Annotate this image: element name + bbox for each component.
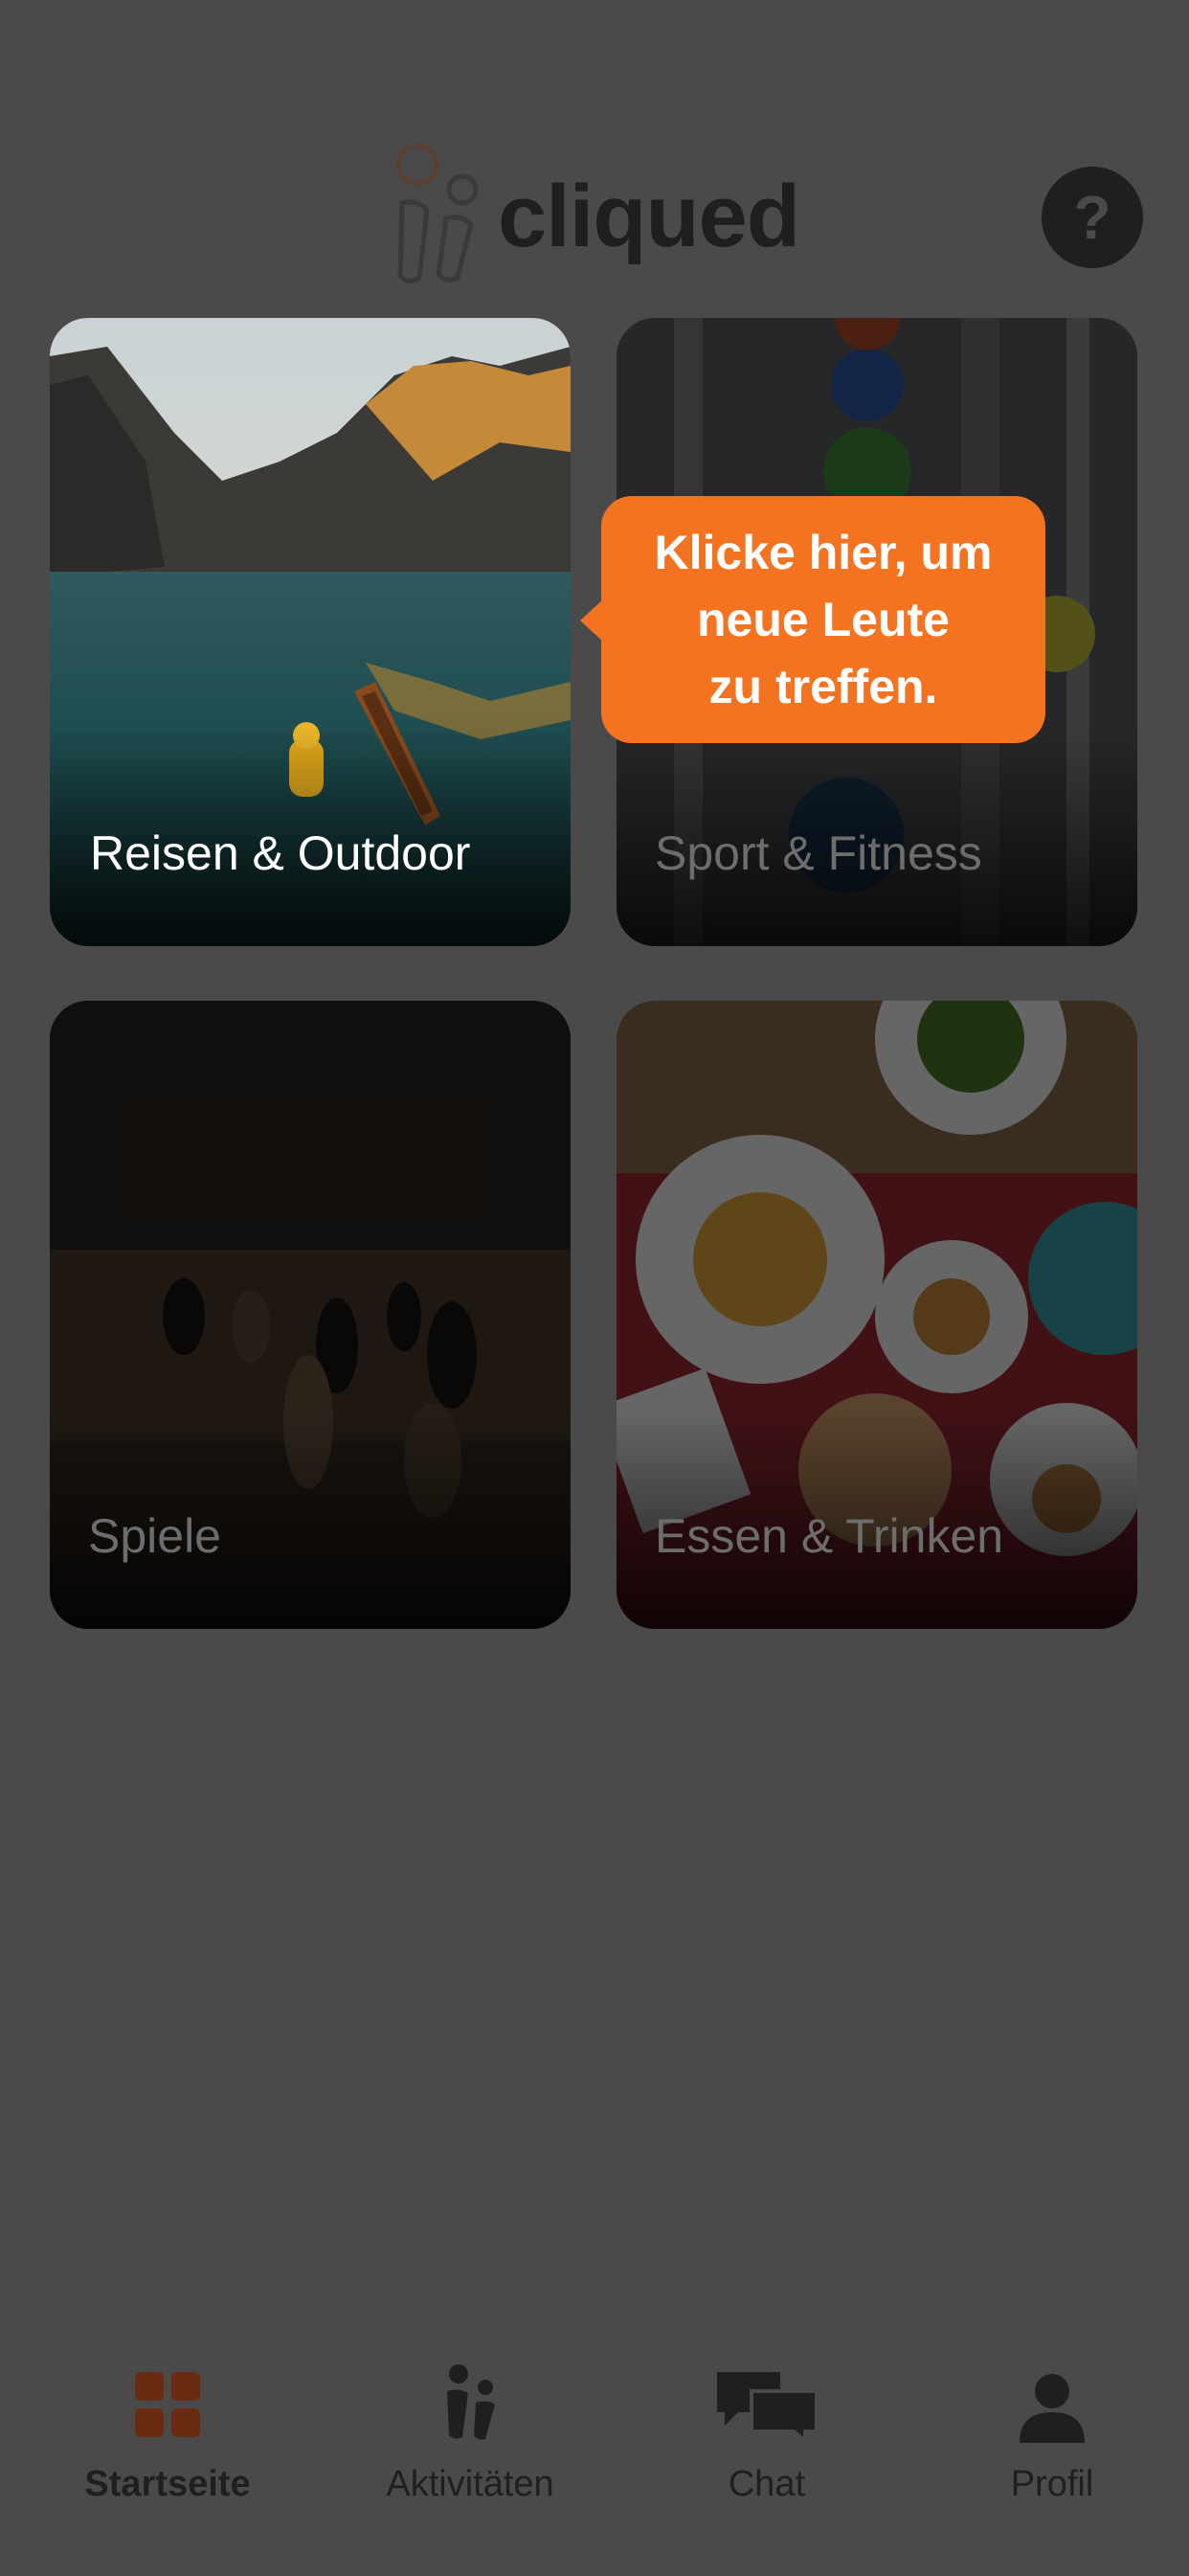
category-card-travel-outdoor[interactable]: Reisen & Outdoor [50, 318, 571, 946]
category-label: Reisen & Outdoor [90, 826, 471, 880]
logo-mark-icon [395, 144, 479, 283]
tab-label: Startseite [84, 2464, 251, 2504]
tab-label: Aktivitäten [386, 2464, 554, 2504]
category-card-games[interactable]: Spiele [50, 1001, 571, 1629]
app-logo: cliqued [391, 144, 802, 287]
tab-profil[interactable]: Profil [904, 2315, 1189, 2506]
header: cliqued ? [0, 0, 1189, 316]
tooltip-text: Klicke hier, um neue Leute zu treffen. [654, 526, 993, 713]
category-label: Sport & Fitness [655, 826, 982, 880]
tab-label: Chat [728, 2464, 806, 2504]
bottom-tab-bar: Startseite Aktivitäten Chat Profil [0, 2313, 1189, 2576]
category-label: Spiele [88, 1509, 221, 1563]
category-label: Essen & Trinken [655, 1509, 1004, 1563]
help-button[interactable]: ? [1042, 167, 1143, 268]
tab-label: Profil [1010, 2464, 1094, 2504]
grid-icon [135, 2372, 200, 2437]
logo-text: cliqued [498, 168, 800, 265]
chat-bubbles-icon [717, 2372, 817, 2441]
tab-chat[interactable]: Chat [618, 2315, 915, 2506]
people-icon [447, 2364, 495, 2440]
onboarding-tooltip: Klicke hier, um neue Leute zu treffen. [580, 496, 1045, 743]
tab-aktivitaeten[interactable]: Aktivitäten [322, 2315, 618, 2506]
person-icon [1020, 2374, 1085, 2443]
tab-startseite[interactable]: Startseite [19, 2315, 316, 2506]
category-card-food-drink[interactable]: Essen & Trinken [617, 1001, 1137, 1629]
tooltip-arrow [580, 599, 603, 642]
